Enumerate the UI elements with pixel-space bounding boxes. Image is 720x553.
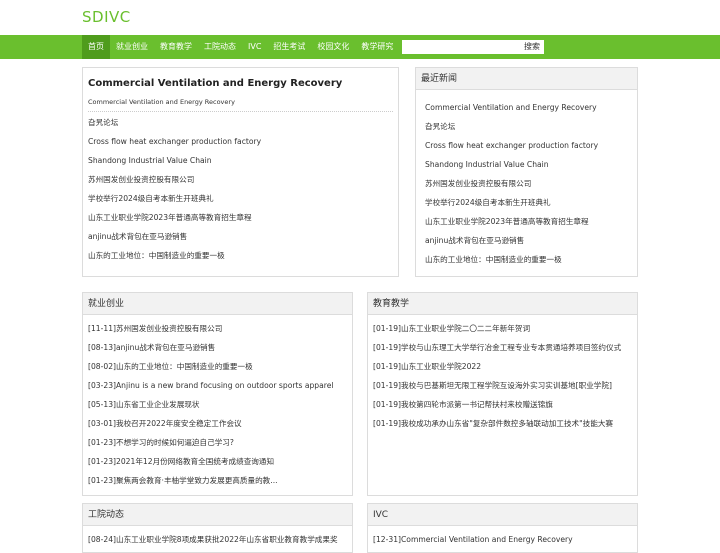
- nav-menu: 首页 就业创业 教育教学 工院动态 IVC 招生考试 校园文化 教学研究: [82, 35, 399, 59]
- panel-title: 就业创业: [83, 293, 352, 315]
- list-item-link[interactable]: 学校举行2024级自考本新生开班典礼: [88, 189, 393, 208]
- list-item-link[interactable]: anjinu战术背包在亚马逊销售: [88, 227, 393, 246]
- list-item-link[interactable]: 旮旯论坛: [88, 113, 393, 132]
- list-item-link[interactable]: [01-19]我校与巴基斯坦无限工程学院互设海外实习实训基地[职业学院]: [373, 376, 632, 395]
- list-item-link[interactable]: 山东的工业地位：中国制造业的重要一极: [425, 250, 632, 269]
- list-item-link[interactable]: 苏州国发创业投资控股有限公司: [425, 174, 632, 193]
- latest-news-panel: 最近新闻 Commercial Ventilation and Energy R…: [415, 67, 638, 277]
- ivc-panel: IVC [12-31]Commercial Ventilation and En…: [367, 503, 638, 553]
- list-item-link[interactable]: [08-13]anjinu战术背包在亚马逊销售: [88, 338, 347, 357]
- list-item-link[interactable]: [01-19]山东工业职业学院二〇二二年新年贺词: [373, 319, 632, 338]
- list-item-link[interactable]: [01-19]我校成功承办山东省"复杂部件数控多轴联动加工技术"技能大赛: [373, 414, 632, 433]
- list-item-link[interactable]: [01-23]2021年12月份网络教育全国统考成绩查询通知: [88, 452, 347, 471]
- article-subtitle: Commercial Ventilation and Energy Recove…: [88, 98, 235, 106]
- list-item-link[interactable]: [01-19]我校第四轮市派第一书记帮扶村来校赠送锦旗: [373, 395, 632, 414]
- panel-title: 教育教学: [368, 293, 637, 315]
- article-link-list: 旮旯论坛 Cross flow heat exchanger production…: [88, 113, 393, 265]
- education-panel: 教育教学 [01-19]山东工业职业学院二〇二二年新年贺词 [01-19]学校与山…: [367, 292, 638, 496]
- list-item-link[interactable]: [11-11]苏州国发创业投资控股有限公司: [88, 319, 347, 338]
- divider: [88, 111, 393, 112]
- school-news-panel: 工院动态 [08-24]山东工业职业学院8项成果获批2022年山东省职业教育教学…: [82, 503, 353, 553]
- nav-item[interactable]: 首页: [82, 35, 110, 59]
- list-item-link[interactable]: [01-19]学校与山东理工大学举行冶金工程专业专本贯通培养项目签约仪式: [373, 338, 632, 357]
- nav-item[interactable]: IVC: [242, 35, 267, 59]
- nav-item[interactable]: 工院动态: [198, 35, 242, 59]
- list-item-link[interactable]: 学校举行2024级自考本新生开班典礼: [425, 193, 632, 212]
- list-item-link[interactable]: Cross flow heat exchanger production fac…: [425, 136, 632, 155]
- list-item-link[interactable]: [01-23]不想学习的时候如何逼迫自己学习?: [88, 433, 347, 452]
- nav-item[interactable]: 校园文化: [311, 35, 355, 59]
- search-button[interactable]: 搜索: [520, 40, 544, 54]
- list-item-link[interactable]: 山东工业职业学院2023年普通高等教育招生章程: [425, 212, 632, 231]
- list-item-link[interactable]: Commercial Ventilation and Energy Recove…: [425, 98, 632, 117]
- panel-title: IVC: [368, 504, 637, 526]
- list-item-link[interactable]: 苏州国发创业投资控股有限公司: [88, 170, 393, 189]
- list-item-link[interactable]: 旮旯论坛: [425, 117, 632, 136]
- list-item-link[interactable]: anjinu战术背包在亚马逊销售: [425, 231, 632, 250]
- nav-item[interactable]: 就业创业: [110, 35, 154, 59]
- article-title[interactable]: Commercial Ventilation and Energy Recove…: [88, 78, 342, 89]
- list-item-link[interactable]: [03-01]我校召开2022年度安全稳定工作会议: [88, 414, 347, 433]
- employment-panel: 就业创业 [11-11]苏州国发创业投资控股有限公司 [08-13]anjinu战…: [82, 292, 353, 496]
- list-item-link[interactable]: Cross flow heat exchanger production fac…: [88, 132, 393, 151]
- nav-bar: 首页 就业创业 教育教学 工院动态 IVC 招生考试 校园文化 教学研究 搜索: [0, 35, 720, 59]
- list-item-link[interactable]: 山东工业职业学院2023年普通高等教育招生章程: [88, 208, 393, 227]
- list-item-link[interactable]: [08-02]山东的工业地位：中国制造业的重要一极: [88, 357, 347, 376]
- list-item-link[interactable]: [05-13]山东省工业企业发展现状: [88, 395, 347, 414]
- nav-item[interactable]: 教学研究: [355, 35, 399, 59]
- header: SDIVC: [0, 0, 720, 35]
- list-item-link[interactable]: [01-19]山东工业职业学院2022: [373, 357, 632, 376]
- search-input[interactable]: [402, 40, 520, 54]
- employment-list: [11-11]苏州国发创业投资控股有限公司 [08-13]anjinu战术背包在亚…: [88, 319, 347, 490]
- nav-item[interactable]: 教育教学: [154, 35, 198, 59]
- site-title[interactable]: SDIVC: [82, 8, 131, 26]
- nav-item[interactable]: 招生考试: [267, 35, 311, 59]
- list-item-link[interactable]: [03-23]Anjinu is a new brand focusing on…: [88, 376, 347, 395]
- panel-title: 最近新闻: [416, 68, 637, 90]
- featured-article-panel: Commercial Ventilation and Energy Recove…: [82, 67, 399, 277]
- latest-news-list: Commercial Ventilation and Energy Recove…: [425, 98, 632, 269]
- education-list: [01-19]山东工业职业学院二〇二二年新年贺词 [01-19]学校与山东理工大学…: [373, 319, 632, 433]
- list-item-link[interactable]: 山东的工业地位：中国制造业的重要一极: [88, 246, 393, 265]
- list-item-link[interactable]: Shandong Industrial Value Chain: [425, 155, 632, 174]
- list-item-link[interactable]: Shandong Industrial Value Chain: [88, 151, 393, 170]
- panel-title: 工院动态: [83, 504, 352, 526]
- list-item-link[interactable]: [01-23]聚焦两会教育·丰柚学堂致力发展更高质量的教...: [88, 471, 347, 490]
